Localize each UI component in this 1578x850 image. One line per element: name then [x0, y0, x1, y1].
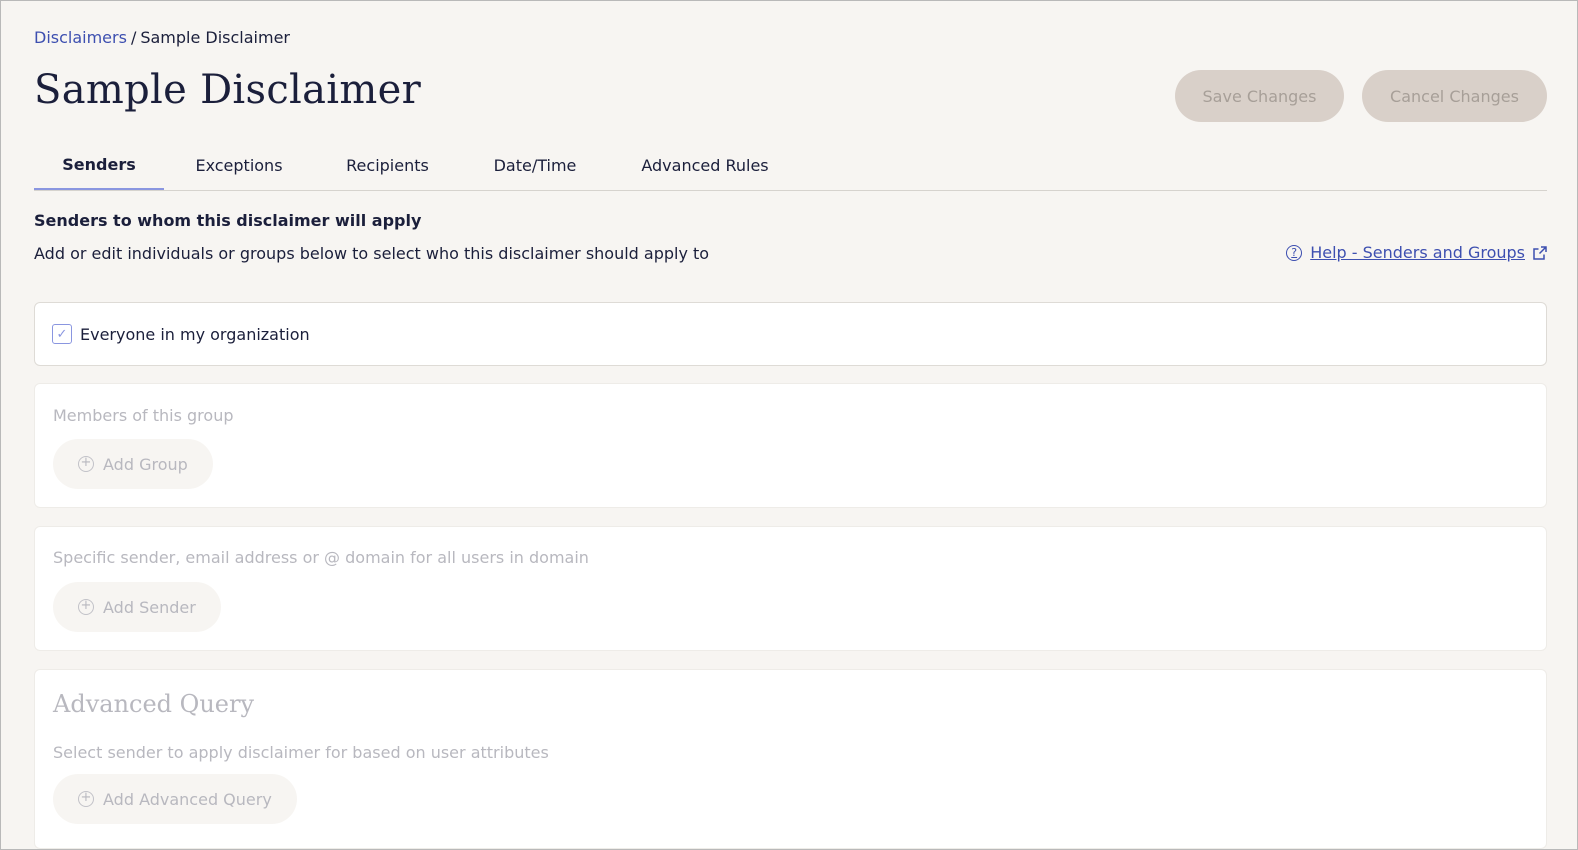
advanced-query-heading: Advanced Query [53, 690, 255, 718]
breadcrumb-separator: / [130, 28, 137, 47]
page-title: Sample Disclaimer [34, 67, 422, 113]
breadcrumb-current: Sample Disclaimer [140, 28, 291, 47]
add-sender-label: Add Sender [103, 597, 196, 617]
help-senders-groups-link[interactable]: ? Help - Senders and Groups [1286, 243, 1547, 262]
everyone-checkbox[interactable]: ✓ [52, 324, 72, 344]
add-group-label: Add Group [103, 454, 188, 474]
cancel-changes-button[interactable]: Cancel Changes [1362, 70, 1547, 122]
add-advanced-query-button[interactable]: + Add Advanced Query [53, 774, 297, 824]
plus-circle-icon: + [78, 791, 94, 807]
tab-recipients[interactable]: Recipients [314, 141, 461, 190]
tab-date-time[interactable]: Date/Time [461, 141, 609, 190]
add-sender-button[interactable]: + Add Sender [53, 582, 221, 632]
plus-circle-icon: + [78, 456, 94, 472]
add-group-button[interactable]: + Add Group [53, 439, 213, 489]
group-card: Members of this group + Add Group [34, 383, 1547, 508]
save-changes-button[interactable]: Save Changes [1175, 70, 1344, 122]
advanced-query-card: Advanced Query Select sender to apply di… [34, 669, 1547, 849]
tab-bar: Senders Exceptions Recipients Date/Time … [34, 141, 1547, 191]
help-link-label: Help - Senders and Groups [1310, 243, 1525, 262]
everyone-card: ✓ Everyone in my organization [34, 302, 1547, 366]
group-card-label: Members of this group [53, 406, 234, 425]
breadcrumb: Disclaimers / Sample Disclaimer [34, 28, 290, 47]
tab-advanced-rules[interactable]: Advanced Rules [609, 141, 801, 190]
advanced-query-label: Select sender to apply disclaimer for ba… [53, 743, 549, 762]
add-advanced-query-label: Add Advanced Query [103, 789, 272, 809]
tab-exceptions[interactable]: Exceptions [164, 141, 314, 190]
breadcrumb-link-disclaimers[interactable]: Disclaimers [34, 28, 127, 47]
external-link-icon [1533, 245, 1547, 260]
section-heading: Senders to whom this disclaimer will app… [34, 211, 422, 230]
sender-card-label: Specific sender, email address or @ doma… [53, 548, 589, 567]
everyone-label: Everyone in my organization [80, 324, 310, 344]
checkmark-icon: ✓ [56, 326, 68, 342]
plus-circle-icon: + [78, 599, 94, 615]
question-circle-icon: ? [1286, 244, 1303, 261]
tab-senders[interactable]: Senders [34, 141, 164, 190]
section-description: Add or edit individuals or groups below … [34, 244, 710, 263]
sender-card: Specific sender, email address or @ doma… [34, 526, 1547, 651]
